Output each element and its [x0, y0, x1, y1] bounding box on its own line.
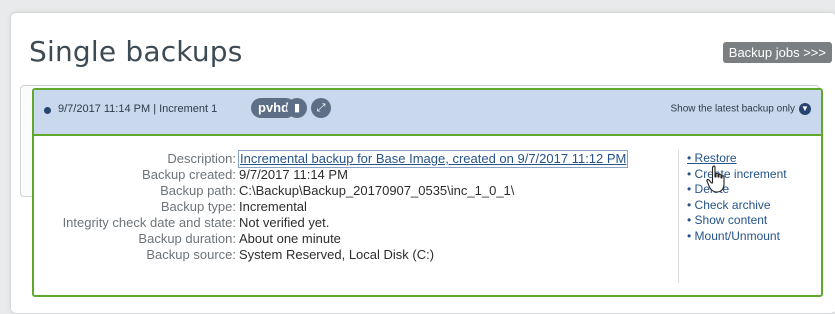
- backup-actions: Restore Create increment Delete Check ar…: [687, 151, 787, 244]
- backup-jobs-button[interactable]: Backup jobs >>>: [722, 42, 832, 63]
- backup-item-header[interactable]: 9/7/2017 11:14 PM | Increment 1 pvhd ▮ ⤢…: [34, 90, 821, 136]
- bullet-icon: [44, 107, 51, 114]
- disk-icon: ▮: [287, 98, 307, 118]
- expand-icon: ⤢: [311, 98, 331, 118]
- chevron-down-icon: ▼: [799, 103, 811, 115]
- detail-label: Backup source:: [146, 247, 236, 262]
- backup-item-title: 9/7/2017 11:14 PM | Increment 1: [58, 103, 218, 115]
- show-content-link[interactable]: Show content: [687, 213, 787, 229]
- detail-value: 9/7/2017 11:14 PM: [239, 167, 348, 182]
- detail-label: Backup created:: [142, 167, 236, 182]
- detail-value: Incremental: [239, 199, 307, 214]
- detail-label: Description:: [167, 151, 236, 166]
- detail-value: C:\Backup\Backup_20170907_0535\inc_1_0_1…: [239, 183, 515, 198]
- detail-value: Not verified yet.: [239, 215, 330, 230]
- latest-only-label: Show the latest backup only: [670, 103, 795, 115]
- description-link[interactable]: Incremental backup for Base Image, creat…: [237, 150, 629, 168]
- detail-label: Backup duration:: [138, 231, 236, 246]
- detail-value: System Reserved, Local Disk (C:): [239, 247, 435, 262]
- detail-label: Backup path:: [160, 183, 236, 198]
- create-increment-link[interactable]: Create increment: [687, 167, 787, 183]
- detail-label: Integrity check date and state:: [62, 215, 236, 230]
- actions-divider: [678, 150, 679, 283]
- check-archive-link[interactable]: Check archive: [687, 198, 787, 214]
- restore-link[interactable]: Restore: [687, 151, 787, 167]
- detail-label: Backup type:: [160, 199, 236, 214]
- page-title: Single backups: [29, 35, 243, 68]
- delete-link[interactable]: Delete: [687, 182, 787, 198]
- backup-item-panel: 9/7/2017 11:14 PM | Increment 1 pvhd ▮ ⤢…: [32, 88, 823, 297]
- mount-unmount-link[interactable]: Mount/Unmount: [687, 229, 787, 245]
- latest-only-toggle[interactable]: Show the latest backup only ▼: [670, 103, 811, 115]
- detail-value: About one minute: [239, 231, 341, 246]
